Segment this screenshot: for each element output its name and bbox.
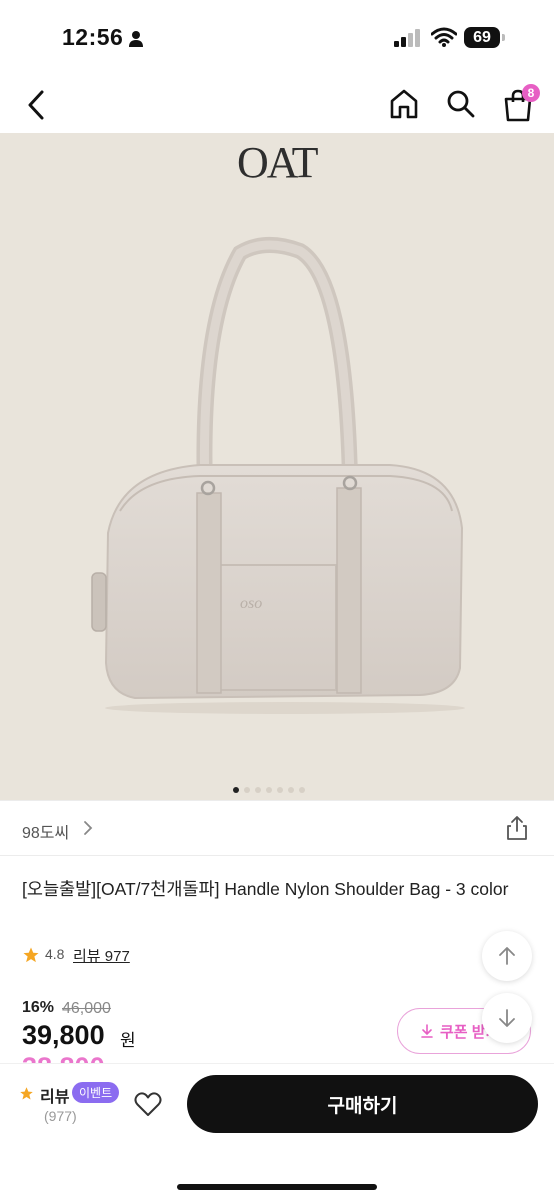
event-badge: 이벤트 (72, 1082, 120, 1103)
search-icon[interactable] (445, 88, 477, 120)
status-time: 12:56 (62, 24, 124, 50)
back-icon[interactable] (22, 88, 52, 122)
price-unit: 원 (120, 1031, 136, 1050)
scroll-to-bottom-button[interactable] (482, 993, 532, 1043)
buy-button[interactable]: 구매하기 (187, 1075, 538, 1133)
review-count: (977) (44, 1108, 77, 1124)
chevron-right-icon (84, 821, 93, 835)
pagination-dot[interactable] (255, 787, 261, 793)
pagination-dot[interactable] (266, 787, 272, 793)
bag-illustration: oso (91, 236, 465, 714)
star-icon (20, 1087, 33, 1100)
seller-name-link[interactable]: 98도씨 (22, 819, 69, 843)
wifi-icon (431, 27, 457, 47)
brand-logo: OAT (237, 137, 319, 189)
download-icon (421, 1024, 433, 1038)
pagination-dot[interactable] (244, 787, 250, 793)
person-icon (129, 31, 143, 47)
divider (0, 800, 554, 801)
heart-icon[interactable] (134, 1091, 162, 1117)
review-label[interactable]: 리뷰 (40, 1083, 69, 1107)
battery-level: 69 (464, 27, 500, 48)
pagination-dot[interactable] (299, 787, 305, 793)
scroll-to-top-button[interactable] (482, 931, 532, 981)
discount-rate: 16% (22, 999, 55, 1016)
product-image[interactable]: oso OAT (0, 133, 554, 800)
pagination-dot-active[interactable] (233, 787, 239, 793)
original-price: 46,000 (62, 1000, 111, 1017)
pagination-dot[interactable] (288, 787, 294, 793)
brand-logo-text: OAT (237, 138, 319, 187)
divider (0, 855, 554, 856)
pagination-dot[interactable] (277, 787, 283, 793)
product-title: [오늘출발][OAT/7천개돌파] Handle Nylon Shoulder … (22, 879, 509, 899)
image-pagination[interactable] (233, 780, 310, 798)
arrow-up-icon (499, 947, 515, 965)
rating-value: 4.8 (45, 946, 65, 962)
cart-button[interactable]: 8 (502, 84, 540, 122)
battery-indicator: 69 (464, 27, 506, 48)
sale-price: 39,800 (22, 1020, 105, 1050)
review-count-link[interactable]: 리뷰 977 (73, 945, 130, 966)
signal-icon (394, 29, 420, 47)
cart-count-badge: 8 (522, 84, 540, 102)
home-icon[interactable] (389, 88, 419, 120)
svg-text:oso: oso (240, 595, 262, 612)
arrow-down-icon (499, 1009, 515, 1027)
star-icon (23, 947, 39, 963)
home-indicator (177, 1184, 377, 1190)
share-icon[interactable] (505, 815, 529, 841)
